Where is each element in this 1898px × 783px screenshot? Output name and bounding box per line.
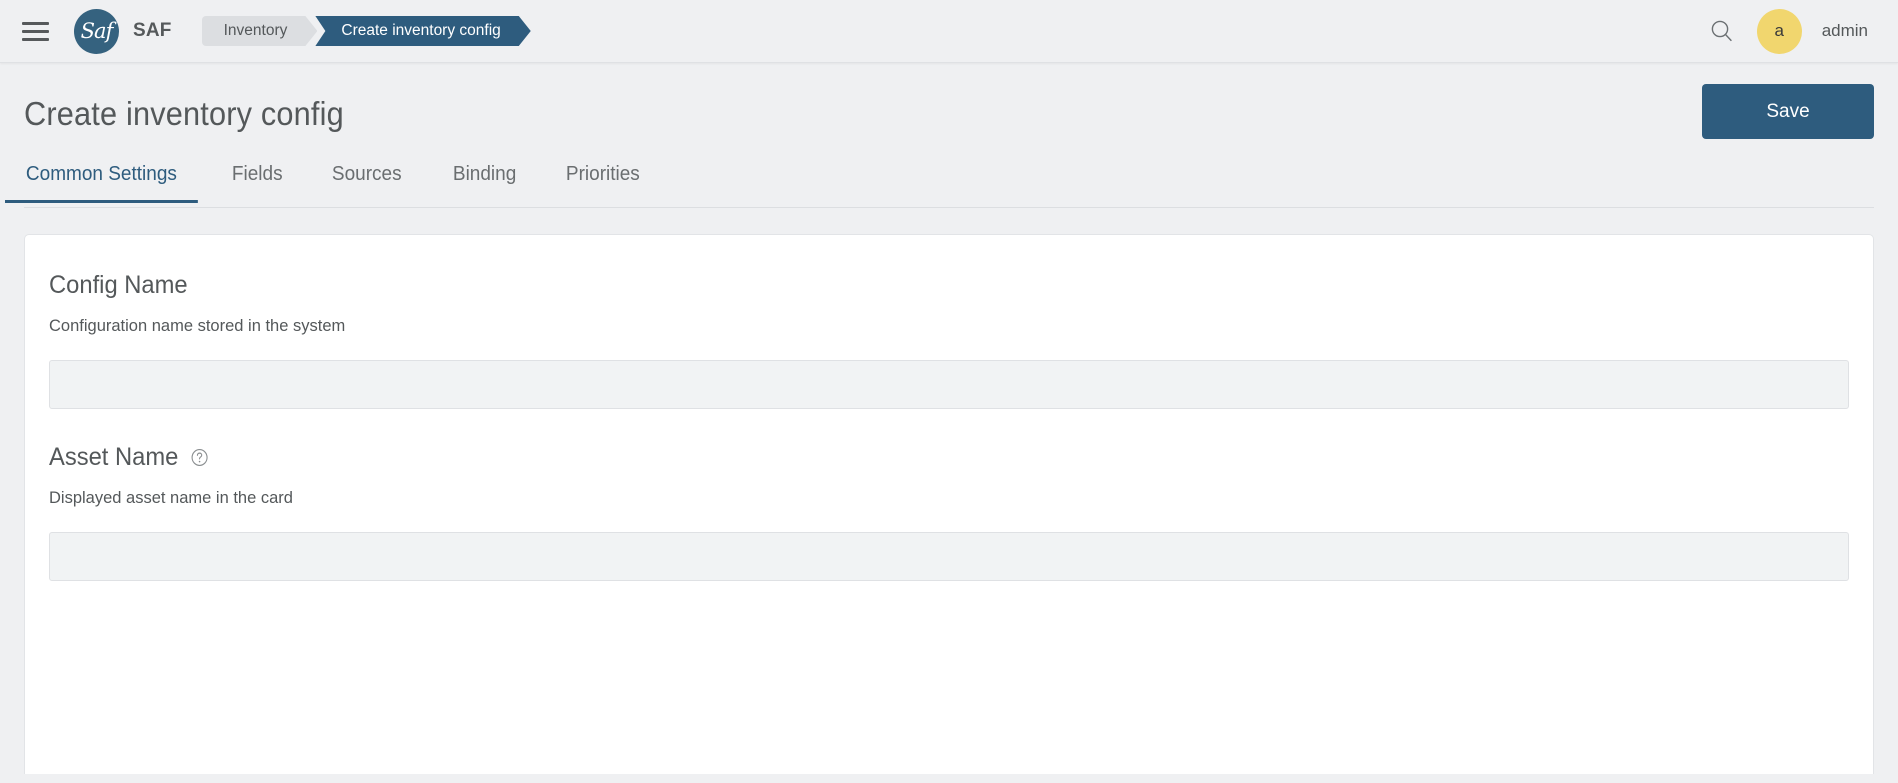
breadcrumb-label: Create inventory config (341, 22, 501, 39)
field-config-name: Config Name Configuration name stored in… (49, 271, 1849, 409)
tab-label: Fields (231, 163, 283, 185)
search-icon[interactable] (1707, 16, 1737, 46)
field-description: Displayed asset name in the card (49, 489, 293, 507)
tab-label: Priorities (566, 163, 641, 185)
field-label-text: Config Name (49, 271, 188, 299)
help-circle-icon[interactable] (191, 448, 209, 467)
hamburger-bar (21, 29, 49, 33)
brand-logo-link[interactable]: Saf SAF (74, 8, 172, 54)
hamburger-menu-icon[interactable] (18, 14, 52, 48)
tab-bar: Common Settings Fields Sources Binding P… (5, 155, 1874, 208)
saf-logo-icon: Saf (74, 8, 119, 54)
tab-label: Common Settings (25, 163, 177, 185)
field-label-text: Asset Name (49, 443, 179, 471)
brand-name: SAF (133, 20, 172, 41)
avatar[interactable]: a (1756, 8, 1802, 54)
page-title: Create inventory config (24, 95, 344, 132)
username-label[interactable]: admin (1822, 21, 1868, 41)
breadcrumb: Inventory Create inventory config (202, 16, 531, 46)
field-label: Asset Name (49, 443, 1759, 472)
breadcrumb-item-create-inventory-config[interactable]: Create inventory config (315, 16, 530, 46)
tab-label: Binding (452, 163, 516, 185)
tab-fields[interactable]: Fields (230, 155, 284, 202)
tab-priorities[interactable]: Priorities (564, 155, 642, 202)
topbar-right-group: a admin (1707, 8, 1868, 54)
avatar-initial: a (1774, 21, 1784, 40)
tab-sources[interactable]: Sources (330, 155, 404, 202)
form-card: Config Name Configuration name stored in… (24, 234, 1874, 774)
tab-common-settings[interactable]: Common Settings (5, 155, 198, 203)
tab-binding[interactable]: Binding (451, 155, 518, 202)
breadcrumb-item-inventory[interactable]: Inventory (202, 16, 318, 46)
page-header: Create inventory config Save (0, 63, 1898, 155)
saf-logo-text: Saf (80, 18, 114, 43)
tab-label: Sources (332, 163, 402, 185)
config-name-input[interactable] (49, 360, 1849, 409)
field-label: Config Name (49, 271, 1759, 300)
field-description: Configuration name stored in the system (49, 317, 346, 335)
hamburger-bar (21, 21, 49, 25)
asset-name-input[interactable] (49, 532, 1849, 581)
hamburger-bar (21, 37, 49, 41)
save-button[interactable]: Save (1702, 84, 1874, 139)
breadcrumb-label: Inventory (223, 22, 288, 39)
top-header-bar: Saf SAF Inventory Create inventory confi… (0, 0, 1898, 63)
field-asset-name: Asset Name Displayed asset name in the c… (49, 443, 1849, 581)
